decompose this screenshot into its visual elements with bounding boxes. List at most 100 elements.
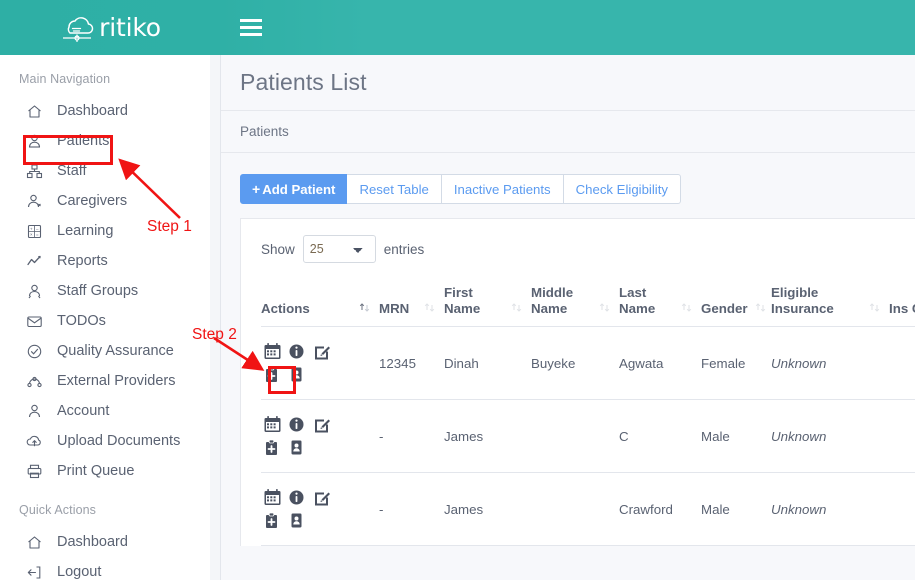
sidebar-item-patients[interactable]: Patients	[0, 126, 210, 156]
id-card-icon[interactable]	[288, 366, 313, 383]
sidebar-item-caregivers[interactable]: Caregivers	[0, 186, 210, 216]
entries-per-page-select[interactable]: 10 25 50 100	[303, 235, 376, 263]
column-header-first-name[interactable]: First Name	[444, 285, 531, 327]
clipboard-plus-icon[interactable]	[263, 366, 288, 383]
sidebar-item-label: Print Queue	[57, 464, 134, 479]
edit-pencil-icon[interactable]	[313, 415, 338, 434]
app-logo[interactable]: ritiko	[0, 0, 221, 55]
cell-last-name[interactable]: Agwata	[619, 327, 701, 400]
info-circle-icon[interactable]	[288, 489, 313, 506]
entries-label: entries	[384, 242, 425, 257]
column-label: First Name	[444, 285, 504, 317]
page-title: Patients List	[240, 69, 367, 96]
action-button-group: +Add Patient Reset Table Inactive Patien…	[221, 153, 915, 204]
column-header-actions[interactable]: Actions	[261, 285, 379, 327]
edit-pencil-icon[interactable]	[313, 342, 338, 361]
calendar-icon[interactable]	[263, 488, 288, 507]
patient-user-icon	[26, 133, 43, 150]
id-card-icon[interactable]	[288, 512, 313, 529]
sidebar-item-print-queue[interactable]: Print Queue	[0, 456, 210, 486]
sort-icon[interactable]	[358, 301, 371, 317]
cell-middle-name[interactable]: Buyeke	[531, 327, 619, 400]
sidebar-item-label: Staff	[57, 164, 87, 179]
plus-icon: +	[252, 181, 260, 197]
svg-text:×: ×	[30, 232, 33, 237]
sidebar-item-label: Dashboard	[57, 104, 128, 119]
column-header-mrn[interactable]: MRN	[379, 285, 444, 327]
sidebar-item-label: Staff Groups	[57, 284, 138, 299]
check-eligibility-button[interactable]: Check Eligibility	[564, 174, 681, 204]
sidebar-item-reports[interactable]: Reports	[0, 246, 210, 276]
cell-mrn: 12345	[379, 327, 444, 400]
column-label: Last Name	[619, 285, 674, 317]
sidebar-item-quality-assurance[interactable]: Quality Assurance	[0, 336, 210, 366]
cell-middle-name[interactable]	[531, 400, 619, 473]
sidebar-item-label: Reports	[57, 254, 108, 269]
sidebar-item-account[interactable]: Account	[0, 396, 210, 426]
cell-last-name[interactable]: Crawford	[619, 473, 701, 546]
sidebar-item-logout[interactable]: Logout	[0, 557, 210, 580]
sort-icon[interactable]	[754, 301, 767, 317]
column-header-last-name[interactable]: Last Name	[619, 285, 701, 327]
cell-middle-name[interactable]	[531, 473, 619, 546]
table-header-row: Actions MRN First Name Middle Name Last …	[261, 285, 915, 327]
column-header-eligible-insurance[interactable]: Eligible Insurance	[771, 285, 889, 327]
breadcrumb-item-patients[interactable]: Patients	[240, 124, 289, 139]
add-patient-button[interactable]: +Add Patient	[240, 174, 347, 204]
cell-eligible-insurance: Unknown	[771, 327, 889, 400]
sidebar-item-label: TODOs	[57, 314, 106, 329]
sort-icon[interactable]	[680, 301, 693, 317]
sidebar-item-label: Caregivers	[57, 194, 127, 209]
column-label: MRN	[379, 301, 409, 317]
line-chart-icon	[26, 253, 43, 270]
sidebar-item-dashboard[interactable]: Dashboard	[0, 96, 210, 126]
user-add-icon	[26, 193, 43, 210]
sidebar-item-todos[interactable]: TODOs	[0, 306, 210, 336]
row-actions-cell	[261, 473, 379, 546]
sidebar-item-staff-groups[interactable]: Staff Groups	[0, 276, 210, 306]
column-label: Actions	[261, 301, 310, 317]
cell-last-name[interactable]: C	[619, 400, 701, 473]
clipboard-plus-icon[interactable]	[263, 512, 288, 529]
row-action-icon-group	[263, 486, 341, 532]
cell-first-name[interactable]: Dinah	[444, 327, 531, 400]
column-header-gender[interactable]: Gender	[701, 285, 771, 327]
info-circle-icon[interactable]	[288, 343, 313, 360]
table-row[interactable]: - James Crawford Male Unknown	[261, 473, 915, 546]
user-group-icon	[26, 283, 43, 300]
inactive-patients-button[interactable]: Inactive Patients	[442, 174, 564, 204]
cell-gender: Male	[701, 400, 771, 473]
sidebar-item-label: Account	[57, 404, 109, 419]
main-content-area: Patients List Patients +Add Patient Rese…	[221, 55, 915, 580]
cell-first-name[interactable]: James	[444, 473, 531, 546]
sidebar-section-quick-actions: Quick Actions	[0, 486, 210, 527]
column-header-insurance-company[interactable]: Ins Co	[889, 285, 915, 327]
sidebar-item-external-providers[interactable]: External Providers	[0, 366, 210, 396]
sidebar-item-quick-dashboard[interactable]: Dashboard	[0, 527, 210, 557]
info-circle-icon[interactable]	[288, 416, 313, 433]
sort-icon[interactable]	[598, 301, 611, 317]
cell-first-name[interactable]: James	[444, 400, 531, 473]
sort-icon[interactable]	[423, 301, 436, 317]
table-row[interactable]: 12345 Dinah Buyeke Agwata Female Unknown	[261, 327, 915, 400]
sidebar-item-upload-documents[interactable]: Upload Documents	[0, 426, 210, 456]
column-label: Middle Name	[531, 285, 592, 317]
inbox-icon	[26, 313, 43, 330]
sidebar-item-staff[interactable]: Staff	[0, 156, 210, 186]
sort-icon[interactable]	[510, 301, 523, 317]
calculator-icon: +–×=	[26, 223, 43, 240]
id-card-icon[interactable]	[288, 439, 313, 456]
patients-table-card: Show 10 25 50 100 entries Actions MRN Fi…	[240, 218, 915, 546]
cell-mrn: -	[379, 400, 444, 473]
sidebar-navigation: Main Navigation Dashboard Patients Staff…	[0, 55, 210, 580]
sort-icon[interactable]	[868, 301, 881, 317]
edit-pencil-icon[interactable]	[313, 488, 338, 507]
calendar-icon[interactable]	[263, 415, 288, 434]
reset-table-button[interactable]: Reset Table	[347, 174, 441, 204]
cell-gender: Female	[701, 327, 771, 400]
column-header-middle-name[interactable]: Middle Name	[531, 285, 619, 327]
table-row[interactable]: - James C Male Unknown	[261, 400, 915, 473]
calendar-icon[interactable]	[263, 342, 288, 361]
hamburger-menu-icon[interactable]	[240, 17, 262, 39]
clipboard-plus-icon[interactable]	[263, 439, 288, 456]
